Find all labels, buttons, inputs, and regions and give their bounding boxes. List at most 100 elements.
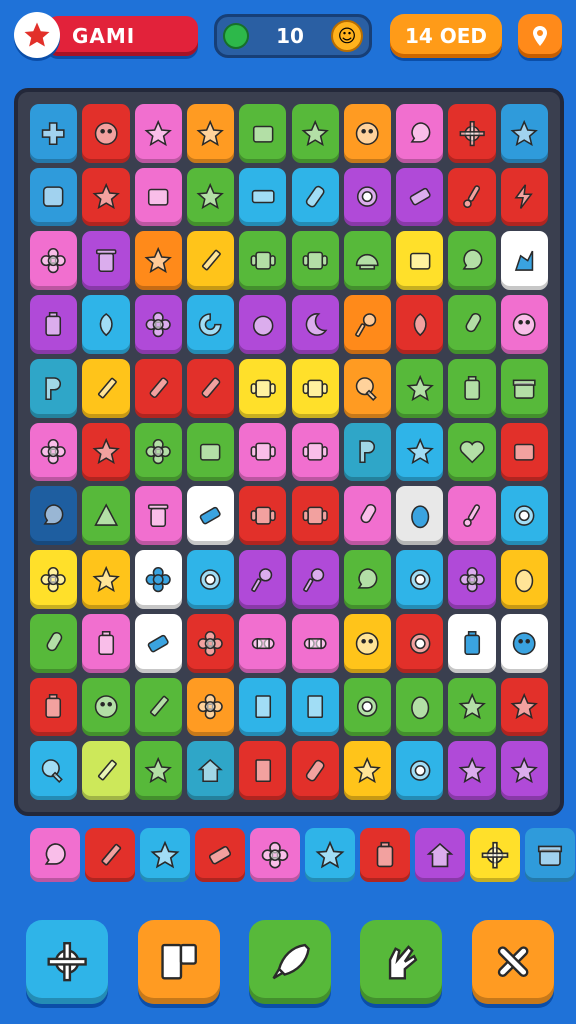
grid-tile[interactable] — [448, 741, 496, 800]
grid-tile[interactable] — [134, 550, 182, 609]
grid-tile[interactable] — [343, 613, 392, 673]
grid-tile[interactable] — [396, 231, 444, 291]
location-button[interactable] — [518, 14, 562, 58]
grid-tile[interactable] — [239, 167, 287, 227]
grid-tile[interactable] — [396, 104, 444, 163]
grid-tile[interactable] — [343, 167, 392, 227]
grid-tile[interactable] — [500, 741, 548, 800]
grid-tile[interactable] — [396, 358, 444, 418]
grid-tile[interactable] — [343, 677, 392, 737]
grid-tile[interactable] — [343, 295, 392, 354]
grid-tile[interactable] — [186, 104, 235, 163]
grid-tile[interactable] — [186, 167, 235, 227]
grid-tile[interactable] — [134, 613, 182, 673]
grid-tile[interactable] — [291, 104, 339, 163]
grid-tile[interactable] — [134, 741, 182, 800]
grid-tile[interactable] — [396, 741, 444, 800]
undo-button[interactable] — [360, 920, 442, 1004]
tray-slot[interactable] — [250, 828, 300, 882]
shuffle-button[interactable] — [138, 920, 220, 1004]
grid-tile[interactable] — [343, 104, 392, 163]
grid-tile[interactable] — [30, 486, 78, 546]
grid-tile[interactable] — [291, 677, 339, 737]
grid-tile[interactable] — [186, 486, 235, 546]
grid-tile[interactable] — [448, 613, 496, 673]
grid-tile[interactable] — [396, 613, 444, 673]
grid-tile[interactable] — [30, 741, 78, 800]
grid-tile[interactable] — [239, 677, 287, 737]
grid-tile[interactable] — [82, 295, 130, 354]
grid-tile[interactable] — [82, 613, 130, 673]
grid-tile[interactable] — [343, 358, 392, 418]
grid-tile[interactable] — [82, 358, 130, 418]
grid-tile[interactable] — [448, 550, 496, 609]
grid-tile[interactable] — [343, 741, 392, 800]
grid-tile[interactable] — [239, 741, 287, 800]
grid-tile[interactable] — [82, 486, 130, 546]
grid-tile[interactable] — [500, 422, 548, 482]
grid-tile[interactable] — [291, 613, 339, 673]
grid-tile[interactable] — [448, 677, 496, 737]
grid-tile[interactable] — [291, 486, 339, 546]
grid-tile[interactable] — [186, 677, 235, 737]
grid-tile[interactable] — [291, 358, 339, 418]
grid-tile[interactable] — [500, 613, 548, 673]
tray-slot[interactable] — [525, 828, 575, 882]
tray-slot[interactable] — [415, 828, 465, 882]
grid-tile[interactable] — [134, 231, 182, 291]
tray-slot[interactable] — [360, 828, 410, 882]
hint-button[interactable] — [249, 920, 331, 1004]
grid-tile[interactable] — [239, 613, 287, 673]
grid-tile[interactable] — [186, 231, 235, 291]
grid-tile[interactable] — [30, 167, 78, 227]
tools-button[interactable] — [472, 920, 554, 1004]
tray-slot[interactable] — [30, 828, 80, 882]
grid-tile[interactable] — [396, 677, 444, 737]
grid-tile[interactable] — [448, 486, 496, 546]
grid-tile[interactable] — [448, 295, 496, 354]
grid-tile[interactable] — [500, 104, 548, 163]
tray-slot[interactable] — [305, 828, 355, 882]
tray-slot[interactable] — [85, 828, 135, 882]
grid-tile[interactable] — [82, 104, 130, 163]
grid-tile[interactable] — [500, 486, 548, 546]
grid-tile[interactable] — [239, 104, 287, 163]
grid-tile[interactable] — [82, 231, 130, 291]
grid-tile[interactable] — [448, 358, 496, 418]
grid-tile[interactable] — [448, 422, 496, 482]
grid-tile[interactable] — [500, 167, 548, 227]
grid-tile[interactable] — [186, 741, 235, 800]
grid-tile[interactable] — [134, 167, 182, 227]
grid-tile[interactable] — [239, 550, 287, 609]
grid-tile[interactable] — [134, 358, 182, 418]
grid-tile[interactable] — [500, 295, 548, 354]
grid-tile[interactable] — [343, 550, 392, 609]
grid-tile[interactable] — [500, 358, 548, 418]
grid-tile[interactable] — [30, 295, 78, 354]
star-badge[interactable] — [14, 12, 60, 58]
grid-tile[interactable] — [396, 295, 444, 354]
tray-slot[interactable] — [470, 828, 520, 882]
grid-tile[interactable] — [396, 550, 444, 609]
grid-tile[interactable] — [448, 167, 496, 227]
grid-tile[interactable] — [82, 677, 130, 737]
grid-tile[interactable] — [291, 741, 339, 800]
grid-tile[interactable] — [448, 104, 496, 163]
grid-tile[interactable] — [239, 422, 287, 482]
grid-tile[interactable] — [291, 231, 339, 291]
grid-tile[interactable] — [134, 677, 182, 737]
grid-tile[interactable] — [500, 677, 548, 737]
grid-tile[interactable] — [239, 486, 287, 546]
grid-tile[interactable] — [134, 295, 182, 354]
grid-tile[interactable] — [396, 422, 444, 482]
tray-slot[interactable] — [140, 828, 190, 882]
grid-tile[interactable] — [30, 677, 78, 737]
grid-tile[interactable] — [186, 422, 235, 482]
grid-tile[interactable] — [291, 167, 339, 227]
grid-tile[interactable] — [291, 295, 339, 354]
grid-tile[interactable] — [134, 104, 182, 163]
grid-tile[interactable] — [82, 422, 130, 482]
grid-tile[interactable] — [186, 295, 235, 354]
grid-tile[interactable] — [186, 358, 235, 418]
settings-button[interactable] — [26, 920, 108, 1004]
